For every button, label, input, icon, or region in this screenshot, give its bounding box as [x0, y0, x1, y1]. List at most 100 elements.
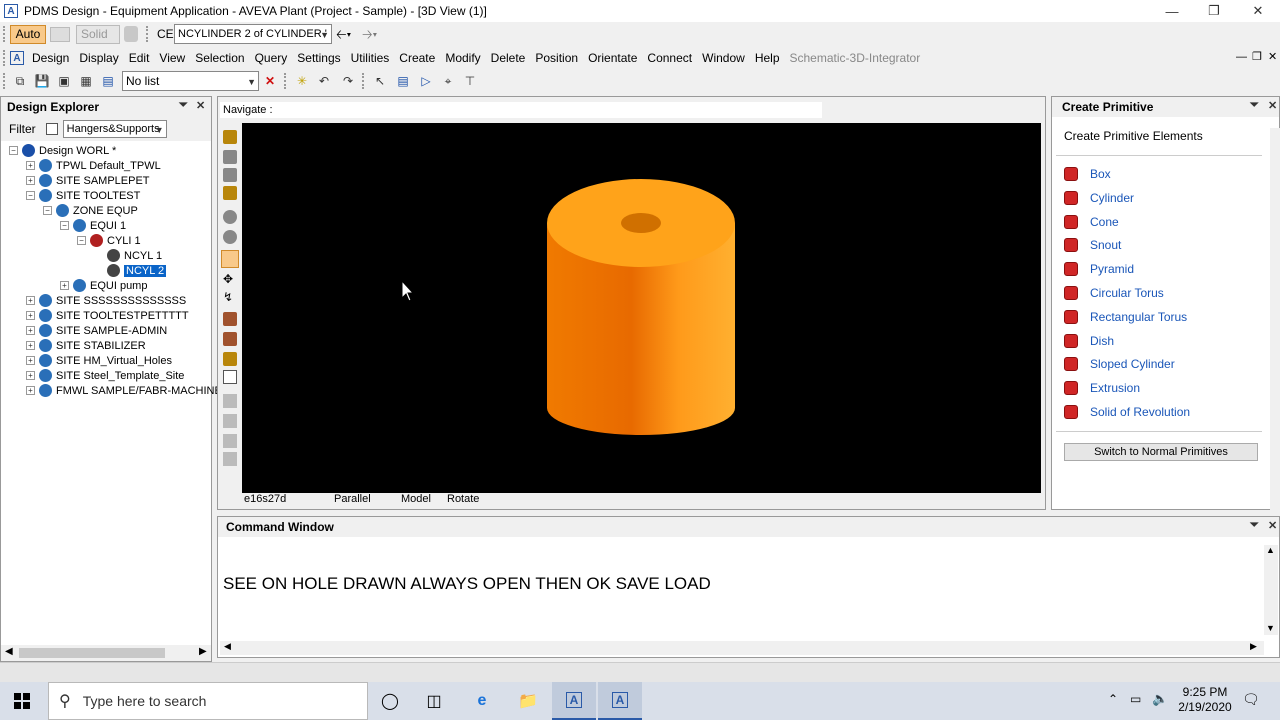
primitive-item[interactable]: Pyramid [1064, 261, 1134, 277]
tree-item[interactable]: + SITE Steel_Template_Site [26, 368, 184, 383]
pin-icon[interactable]: ⏷ [179, 99, 188, 112]
primitive-item[interactable]: Circular Torus [1064, 285, 1164, 301]
tree-item[interactable]: + FMWL SAMPLE/FABR-MACHINE [26, 383, 222, 398]
triangle-select-icon[interactable]: ▷ [418, 73, 434, 89]
expand-icon[interactable]: + [26, 311, 35, 320]
restore-button[interactable]: ❐ [1192, 0, 1236, 22]
tree-item[interactable]: − ZONE EQUP [43, 203, 138, 218]
collapse-icon[interactable]: − [60, 221, 69, 230]
scroll-up-icon[interactable]: ▲ [1266, 545, 1275, 555]
navigate-bar[interactable]: Navigate : [220, 102, 822, 118]
collapse-icon[interactable]: − [77, 236, 86, 245]
menu-edit[interactable]: Edit [124, 51, 155, 65]
tree-item[interactable]: NCYL 2 [94, 263, 167, 278]
tree-item[interactable]: + SITE SAMPLE-ADMIN [26, 323, 167, 338]
color-swatch-button[interactable] [50, 27, 70, 42]
view-status-projection[interactable]: Parallel [334, 493, 371, 505]
redo-icon[interactable]: ↷ [340, 73, 356, 89]
pan-icon[interactable]: ✥ [223, 272, 233, 286]
layer-icon[interactable] [223, 312, 237, 326]
tree-item[interactable]: + SITE STABILIZER [26, 338, 146, 353]
tree-item[interactable]: NCYL 1 [94, 248, 162, 263]
measure-icon[interactable]: ⌖ [440, 73, 456, 89]
scroll-right-icon[interactable]: ▶ [199, 646, 207, 657]
list-combo[interactable]: No list ▼ [122, 71, 259, 91]
pointer-icon[interactable]: ↖ [372, 73, 388, 89]
tree-item[interactable]: + TPWL Default_TPWL [26, 158, 161, 173]
database-icon[interactable] [124, 26, 138, 42]
battery-icon[interactable]: ▭ [1130, 692, 1141, 706]
rotate-mode-icon[interactable] [221, 250, 239, 268]
horizontal-scrollbar[interactable]: ◀ ▶ [220, 641, 1264, 655]
collapse-icon[interactable]: − [9, 146, 18, 155]
scroll-thumb[interactable] [19, 648, 165, 658]
back-arrow-icon[interactable]: 🡠▾ [336, 26, 351, 48]
menu-create[interactable]: Create [394, 51, 440, 65]
tree-item[interactable]: + SITE SSSSSSSSSSSSSS [26, 293, 186, 308]
primitive-item[interactable]: Cone [1064, 214, 1119, 230]
auto-button[interactable]: Auto [10, 25, 46, 44]
menu-schematic-3d-integrator[interactable]: Schematic-3D-Integrator [785, 51, 926, 65]
expand-icon[interactable]: + [26, 386, 35, 395]
explode-icon[interactable]: ✳ [294, 73, 310, 89]
speaker-icon[interactable]: 🔈 [1152, 691, 1168, 707]
menu-grip[interactable] [3, 50, 7, 66]
walk-icon[interactable]: ↯ [223, 290, 233, 304]
primitive-item[interactable]: Rectangular Torus [1064, 309, 1187, 325]
scroll-right-icon[interactable]: ▶ [1250, 641, 1257, 652]
primitive-item[interactable]: Solid of Revolution [1064, 404, 1190, 420]
zoom-out-icon[interactable] [223, 168, 237, 182]
pin-icon[interactable]: ⏷ [1250, 519, 1259, 532]
collapse-icon[interactable]: − [43, 206, 52, 215]
aveva-taskbar-icon-2[interactable]: A [598, 682, 642, 720]
tree-item[interactable]: + SITE HM_Virtual_Holes [26, 353, 172, 368]
box-select-icon[interactable]: ▤ [395, 73, 411, 89]
undo-icon[interactable]: ↶ [316, 73, 332, 89]
toolbar-grip[interactable] [146, 26, 150, 42]
close-icon[interactable]: ✕ [196, 99, 205, 112]
expand-icon[interactable]: + [26, 176, 35, 185]
primitive-item[interactable]: Cylinder [1064, 190, 1134, 206]
close-window-button[interactable]: ✕ [1236, 0, 1280, 22]
primitive-item[interactable]: Box [1064, 166, 1111, 182]
mdi-minimize-icon[interactable]: — [1236, 51, 1247, 63]
toolbar-grip[interactable] [362, 73, 366, 89]
save-icon[interactable]: 💾 [34, 73, 50, 89]
saved-view-3-icon[interactable] [223, 434, 237, 448]
current-element-combo[interactable]: NCYLINDER 2 of CYLINDER ' ▼ [174, 24, 332, 44]
toolbar-grip[interactable] [3, 73, 7, 89]
get-work-icon[interactable]: ▦ [78, 73, 94, 89]
switch-to-normal-primitives-button[interactable]: Switch to Normal Primitives [1064, 443, 1258, 461]
tree-item[interactable]: − EQUI 1 [60, 218, 126, 233]
expand-icon[interactable]: + [26, 296, 35, 305]
primitive-item[interactable]: Dish [1064, 333, 1114, 349]
toolbar-grip[interactable] [284, 73, 288, 89]
task-view-icon[interactable]: ◫ [412, 682, 456, 720]
saved-view-4-icon[interactable] [223, 452, 237, 466]
toolbar-grip[interactable] [3, 26, 7, 42]
notifications-icon[interactable]: 🗨 [1242, 691, 1260, 708]
minimize-button[interactable]: — [1150, 0, 1194, 22]
scroll-left-icon[interactable]: ◀ [5, 646, 13, 657]
expand-icon[interactable]: + [26, 326, 35, 335]
list-icon[interactable]: ▤ [100, 73, 116, 89]
primitive-item[interactable]: Snout [1064, 237, 1121, 253]
aveva-menu-icon[interactable]: A [10, 51, 24, 65]
3d-viewport[interactable] [242, 123, 1041, 493]
tree-item[interactable]: + EQUI pump [60, 278, 147, 293]
close-icon[interactable]: ✕ [1268, 99, 1277, 112]
hand-icon[interactable] [223, 352, 237, 366]
delete-icon[interactable]: ✕ [262, 73, 278, 89]
file-explorer-icon[interactable]: 📁 [506, 682, 550, 720]
tree-item[interactable]: − CYLI 1 [77, 233, 141, 248]
expand-icon[interactable]: + [26, 341, 35, 350]
taskbar-clock[interactable]: 9:25 PM 2/19/2020 [1170, 685, 1240, 715]
tree-item[interactable]: − Design WORL * [9, 143, 116, 158]
transform-icon[interactable]: ⊤ [462, 73, 478, 89]
filter-checkbox[interactable] [45, 123, 58, 135]
scroll-left-icon[interactable]: ◀ [224, 641, 231, 652]
windows-start-icon[interactable] [0, 682, 44, 720]
limits-icon[interactable] [223, 186, 237, 200]
saved-view-2-icon[interactable] [223, 414, 237, 428]
view-status-action[interactable]: Rotate [447, 493, 479, 505]
